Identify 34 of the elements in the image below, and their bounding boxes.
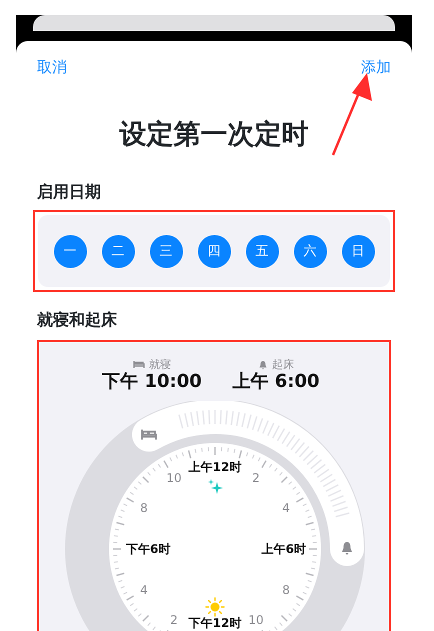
wake-value: 上午 6:00: [231, 371, 321, 393]
wake-label: 起床: [272, 358, 294, 371]
dial-hour-label: 下午6时: [126, 542, 170, 556]
sparkle-icon: [208, 479, 223, 494]
dial-hour-number: 8: [282, 583, 290, 597]
sun-icon: [205, 597, 225, 617]
cancel-button[interactable]: 取消: [37, 57, 67, 77]
day-toggle[interactable]: 二: [102, 234, 134, 268]
add-button[interactable]: 添加: [361, 57, 391, 77]
day-toggle[interactable]: 六: [294, 234, 326, 268]
dial-hour-label: 上午12时: [188, 460, 242, 474]
bell-icon: [258, 360, 268, 370]
dial-hour-label: 上午6时: [262, 542, 306, 556]
bed-icon[interactable]: [141, 428, 157, 441]
dial-hour-number: 4: [282, 501, 290, 515]
dial-hour-number: 2: [170, 613, 178, 628]
page-title: 设定第一次定时: [118, 121, 310, 149]
dial-hour-number: 8: [140, 501, 148, 515]
day-toggle[interactable]: 五: [246, 234, 278, 268]
dial-hour-number: 10: [248, 613, 264, 628]
day-toggle[interactable]: 日: [342, 234, 374, 268]
day-toggle[interactable]: 三: [150, 234, 182, 268]
bell-icon[interactable]: [342, 542, 352, 555]
section-heading: 就寝和起床: [37, 310, 118, 330]
bedtime-value: 下午 10:00: [101, 371, 203, 393]
dial-hour-number: 2: [252, 470, 260, 485]
dial-hour-number: 4: [140, 583, 148, 597]
section-heading: 启用日期: [37, 182, 102, 202]
day-toggle[interactable]: 一: [54, 234, 86, 268]
bedtime-label: 就寝: [149, 358, 171, 371]
dial-hour-label: 下午12时: [188, 616, 242, 630]
day-toggle[interactable]: 四: [198, 234, 230, 268]
dial-hour-number: 10: [166, 470, 182, 485]
bed-icon: [133, 360, 145, 369]
